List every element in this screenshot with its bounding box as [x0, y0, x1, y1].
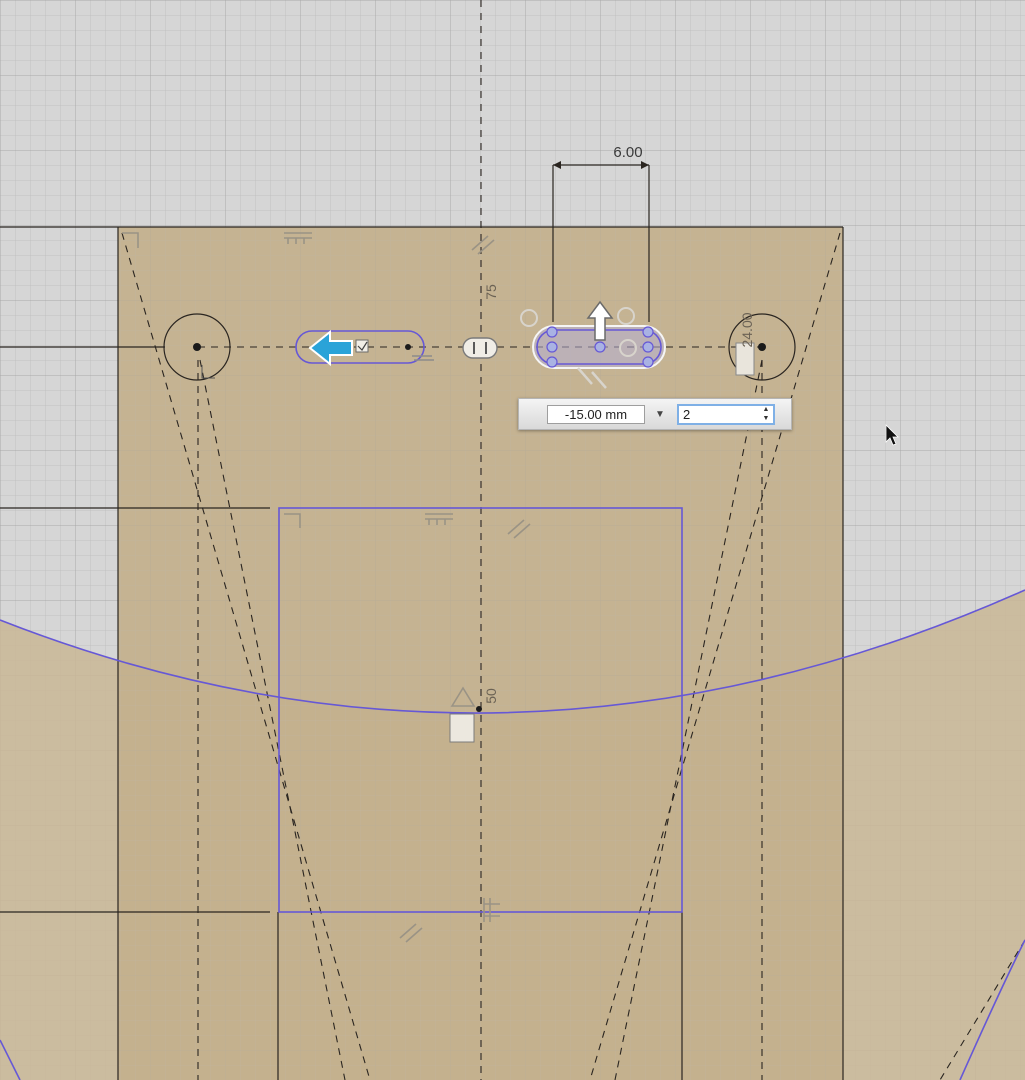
vertical-dimension-value[interactable]: 75 — [483, 284, 499, 300]
triangle-down-icon[interactable]: ▼ — [650, 405, 670, 424]
width-dimension-value[interactable]: 6.00 — [613, 144, 642, 161]
distance-input[interactable]: -15.00 mm — [547, 405, 645, 424]
symmetry-constraint-icon[interactable] — [462, 337, 498, 359]
pattern-input-panel: -15.00 mm ▼ 2 ▲ ▼ — [518, 398, 792, 430]
sketch-canvas[interactable]: 6.00 75 24.00 50 — [0, 0, 1025, 1080]
up-down-spinner-icon[interactable]: ▲ ▼ — [759, 405, 773, 424]
right-dimension-value[interactable]: 24.00 — [739, 312, 755, 347]
mid-dimension-value[interactable]: 50 — [483, 688, 499, 704]
